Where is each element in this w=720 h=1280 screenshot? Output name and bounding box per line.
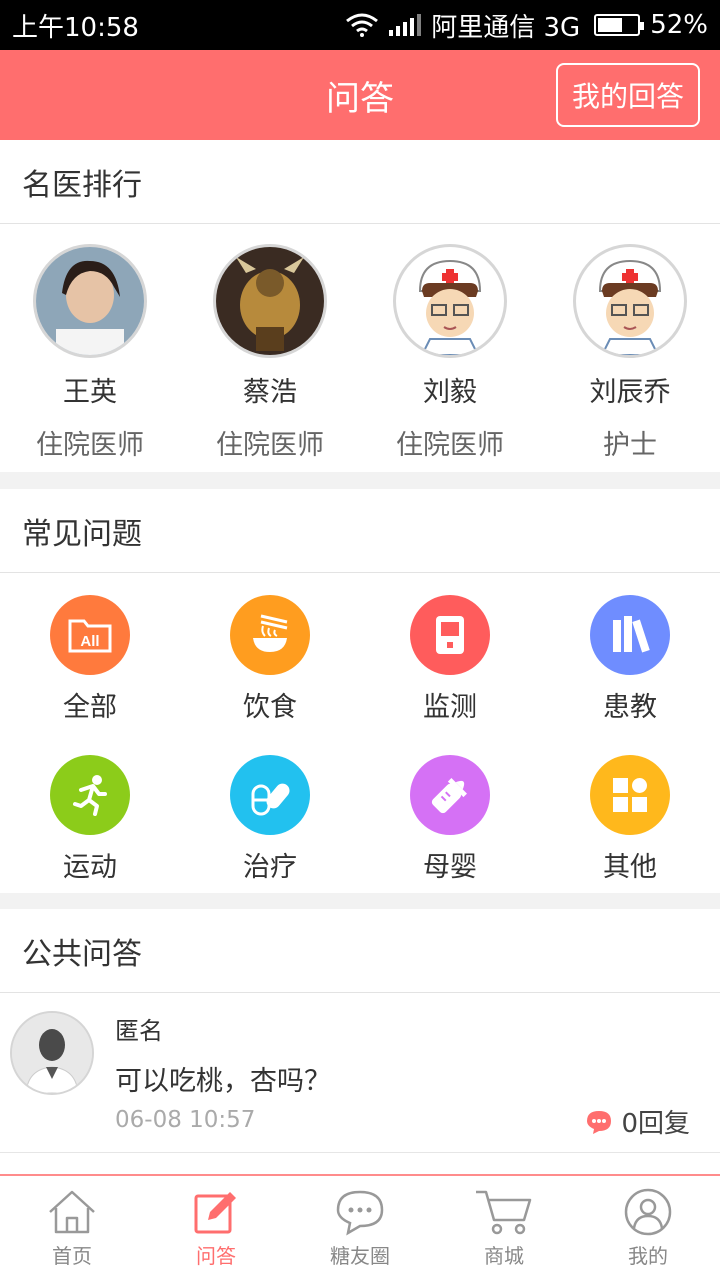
reply-count-label: 0回复 [621, 1109, 690, 1139]
app-header: 问答 我的回答 [0, 50, 720, 140]
user-profile-icon [624, 1188, 672, 1236]
avatar [10, 1011, 94, 1095]
doctor-name: 蔡浩 [243, 377, 297, 408]
edit-pencil-icon [194, 1192, 236, 1234]
category-label: 其他 [603, 852, 657, 883]
bottom-nav: 首页 问答 糖友圈 商城 我的 [0, 1174, 720, 1280]
page-title: 问答 [326, 78, 394, 119]
doctor-name: 王英 [63, 377, 117, 408]
category-monitor[interactable]: 监测 [360, 573, 540, 733]
category-label: 饮食 [243, 692, 297, 723]
category-label: 监测 [423, 692, 477, 723]
faq-section: 常见问题 All 全部 饮食 监测 患教 运动 治疗 母婴 其他 [0, 489, 720, 893]
qa-reply-count[interactable]: 0回复 [585, 1103, 690, 1140]
category-label: 运动 [63, 852, 117, 883]
qa-question: 可以吃桃，杏吗？ [115, 1066, 331, 1097]
status-bar: 上午10:58 阿里通信 3G 52% [0, 0, 720, 50]
category-label: 全部 [63, 692, 117, 723]
shopping-cart-icon [476, 1190, 532, 1235]
pill-icon [230, 755, 310, 835]
battery-icon [594, 14, 645, 36]
avatar [573, 244, 687, 358]
nav-community[interactable]: 糖友圈 [288, 1176, 432, 1280]
doctor-role: 住院医师 [36, 430, 144, 461]
noodle-bowl-icon [230, 595, 310, 675]
svg-text:All: All [80, 633, 99, 650]
doctor-item[interactable]: 王英 住院医师 [0, 224, 180, 462]
running-man-icon [50, 755, 130, 835]
chat-bubble-icon [336, 1190, 384, 1236]
grid-icon [590, 755, 670, 835]
avatar [33, 244, 147, 358]
battery-percent: 52% [650, 10, 708, 40]
category-exercise[interactable]: 运动 [0, 733, 180, 893]
section-title: 名医排行 [0, 140, 720, 224]
nav-qa[interactable]: 问答 [144, 1176, 288, 1280]
category-diet[interactable]: 饮食 [180, 573, 360, 733]
glucose-meter-icon [410, 595, 490, 675]
section-title: 常见问题 [0, 489, 720, 573]
category-label: 治疗 [243, 852, 297, 883]
qa-item[interactable]: 匿名 可以吃桃，杏吗？ 06-08 10:57 0回复 [0, 993, 720, 1153]
category-all[interactable]: All 全部 [0, 573, 180, 733]
nav-label: 问答 [196, 1244, 236, 1268]
status-indicators: 阿里通信 3G 52% [345, 7, 708, 44]
category-maternal[interactable]: 母婴 [360, 733, 540, 893]
home-icon [49, 1190, 95, 1234]
nav-label: 我的 [628, 1244, 668, 1268]
doctor-item[interactable]: 蔡浩 住院医师 [180, 224, 360, 462]
nav-label: 首页 [52, 1244, 92, 1268]
doctor-name: 刘毅 [423, 377, 477, 408]
carrier-label: 阿里通信 3G [431, 12, 581, 43]
books-icon [590, 595, 670, 675]
cartoon-nurse-icon [598, 259, 662, 355]
default-user-icon [12, 1013, 92, 1093]
nav-home[interactable]: 首页 [0, 1176, 144, 1280]
category-other[interactable]: 其他 [540, 733, 720, 893]
category-label: 患教 [603, 692, 657, 723]
comment-bubble-icon [587, 1110, 612, 1134]
doctor-name: 刘辰乔 [589, 377, 671, 408]
cartoon-doctor-icon [418, 259, 482, 355]
wifi-icon [346, 13, 379, 37]
section-title: 公共问答 [0, 909, 720, 993]
doctor-role: 住院医师 [216, 430, 324, 461]
qa-author: 匿名 [115, 1017, 163, 1045]
nav-label: 糖友圈 [330, 1244, 390, 1268]
category-grid: All 全部 饮食 监测 患教 运动 治疗 母婴 其他 [0, 573, 720, 893]
status-time: 上午10:58 [12, 12, 139, 43]
baby-bottle-icon [410, 755, 490, 835]
doctor-role: 护士 [603, 430, 657, 461]
doctors-section: 名医排行 王英 住院医师 蔡浩 住院医师 刘毅 住院医师 刘辰乔 护士 [0, 140, 720, 472]
doctor-list: 王英 住院医师 蔡浩 住院医师 刘毅 住院医师 刘辰乔 护士 [0, 224, 720, 462]
my-answers-button[interactable]: 我的回答 [556, 63, 700, 127]
public-qa-section: 公共问答 匿名 可以吃桃，杏吗？ 06-08 10:57 0回复 [0, 909, 720, 1174]
signal-icon [389, 14, 422, 36]
qa-timestamp: 06-08 10:57 [115, 1107, 256, 1133]
doctor-role: 住院医师 [396, 430, 504, 461]
folder-all-icon: All [50, 595, 130, 675]
category-label: 母婴 [423, 852, 477, 883]
doctor-item[interactable]: 刘辰乔 护士 [540, 224, 720, 462]
avatar [393, 244, 507, 358]
avatar [213, 244, 327, 358]
doctor-photo-icon [36, 247, 144, 355]
warrior-avatar-icon [216, 247, 324, 355]
nav-profile[interactable]: 我的 [576, 1176, 720, 1280]
category-treatment[interactable]: 治疗 [180, 733, 360, 893]
doctor-item[interactable]: 刘毅 住院医师 [360, 224, 540, 462]
category-education[interactable]: 患教 [540, 573, 720, 733]
nav-shop[interactable]: 商城 [432, 1176, 576, 1280]
nav-label: 商城 [484, 1244, 524, 1268]
